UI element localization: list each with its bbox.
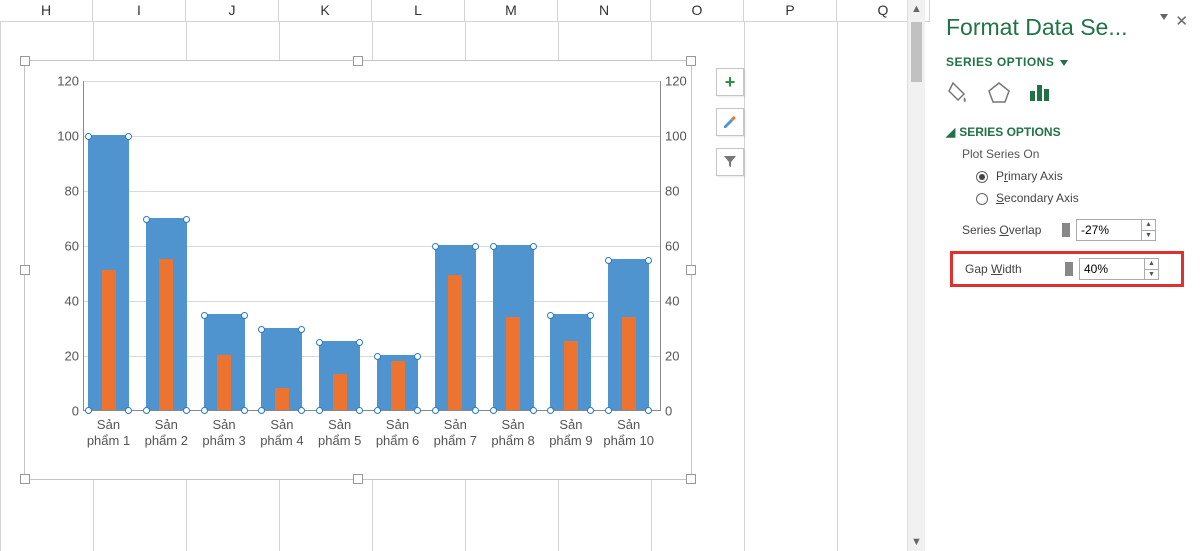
col-header[interactable]: O [651, 0, 744, 22]
chart-filter-button[interactable] [716, 148, 744, 176]
effects-icon[interactable] [986, 79, 1012, 105]
series-overlap-row: Series Overlap ▲▼ [962, 219, 1184, 241]
gap-width-input[interactable] [1079, 258, 1145, 280]
chart-elements-button[interactable]: + [716, 68, 744, 96]
pane-dropdown-icon[interactable] [1160, 14, 1168, 20]
chart-category-label: Sản phẩm 10 [600, 417, 657, 449]
chart-plot-area[interactable] [83, 81, 661, 411]
fill-line-icon[interactable] [946, 79, 972, 105]
series-options-section[interactable]: ◢SERIES OPTIONS [946, 125, 1184, 139]
chart-category-label: Sản phẩm 3 [196, 417, 253, 449]
chart-category-label: Sản phẩm 1 [80, 417, 137, 449]
chart-bars[interactable] [84, 81, 660, 410]
chart-category-label: Sản phẩm 2 [138, 417, 195, 449]
col-header[interactable]: H [0, 0, 93, 22]
chart-category-label: Sản phẩm 4 [253, 417, 310, 449]
slider-indicator[interactable] [1065, 262, 1073, 276]
chart-y-axis-left: 020406080100120 [39, 81, 79, 411]
radio-icon [976, 171, 988, 183]
col-header[interactable]: P [744, 0, 837, 22]
gap-width-label: Gap Width [965, 262, 1065, 276]
primary-axis-radio[interactable]: Primary Axis [976, 165, 1184, 187]
format-pane: ✕ Format Data Se... SERIES OPTIONS ◢SERI… [930, 0, 1200, 551]
close-icon[interactable]: ✕ [1175, 12, 1188, 30]
chart-category-label: Sản phẩm 5 [311, 417, 368, 449]
resize-handle[interactable] [20, 56, 30, 66]
gap-width-highlight: Gap Width ▲▼ [950, 251, 1184, 287]
col-header[interactable]: I [93, 0, 186, 22]
series-overlap-spinner[interactable]: ▲▼ [1142, 219, 1156, 241]
plot-series-on-label: Plot Series On [962, 147, 1184, 161]
series-options-icon[interactable] [1026, 79, 1052, 105]
gap-width-row: Gap Width ▲▼ [965, 258, 1177, 280]
resize-handle[interactable] [20, 265, 30, 275]
chart-category-label: Sản phẩm 9 [542, 417, 599, 449]
chart-styles-button[interactable] [716, 108, 744, 136]
resize-handle[interactable] [686, 474, 696, 484]
chart-category-label: Sản phẩm 8 [485, 417, 542, 449]
pane-subtitle-text: SERIES OPTIONS [946, 55, 1054, 69]
chevron-down-icon [1060, 60, 1068, 66]
column-headers: H I J K L M N O P Q [0, 0, 930, 22]
resize-handle[interactable] [353, 474, 363, 484]
vertical-scrollbar[interactable]: ▲ ▼ [907, 0, 925, 551]
col-header[interactable]: M [465, 0, 558, 22]
radio-icon [976, 193, 988, 205]
chart-side-buttons: + [716, 68, 750, 188]
pane-subtitle-dropdown[interactable]: SERIES OPTIONS [946, 55, 1184, 69]
slider-indicator[interactable] [1062, 223, 1070, 237]
funnel-icon [722, 153, 738, 172]
chart-category-label: Sản phẩm 6 [369, 417, 426, 449]
col-header[interactable]: L [372, 0, 465, 22]
secondary-axis-radio[interactable]: Secondary Axis [976, 187, 1184, 209]
col-header[interactable]: N [558, 0, 651, 22]
chart-category-label: Sản phẩm 7 [427, 417, 484, 449]
gap-width-spinner[interactable]: ▲▼ [1145, 258, 1159, 280]
resize-handle[interactable] [353, 56, 363, 66]
scroll-thumb[interactable] [911, 22, 922, 82]
chart-y-axis-right: 020406080100120 [665, 81, 705, 411]
embedded-chart[interactable]: 020406080100120 020406080100120 Sản phẩm… [24, 60, 692, 480]
series-overlap-label: Series Overlap [962, 223, 1062, 237]
brush-icon [721, 112, 739, 133]
plus-icon: + [725, 72, 736, 93]
col-header[interactable]: J [186, 0, 279, 22]
pane-title: Format Data Se... [946, 14, 1184, 41]
resize-handle[interactable] [686, 56, 696, 66]
resize-handle[interactable] [20, 474, 30, 484]
col-header[interactable]: K [279, 0, 372, 22]
scroll-down-arrow[interactable]: ▼ [908, 533, 925, 551]
section-title-text: SERIES OPTIONS [959, 125, 1060, 139]
series-overlap-input[interactable] [1076, 219, 1142, 241]
scroll-up-arrow[interactable]: ▲ [908, 0, 925, 18]
